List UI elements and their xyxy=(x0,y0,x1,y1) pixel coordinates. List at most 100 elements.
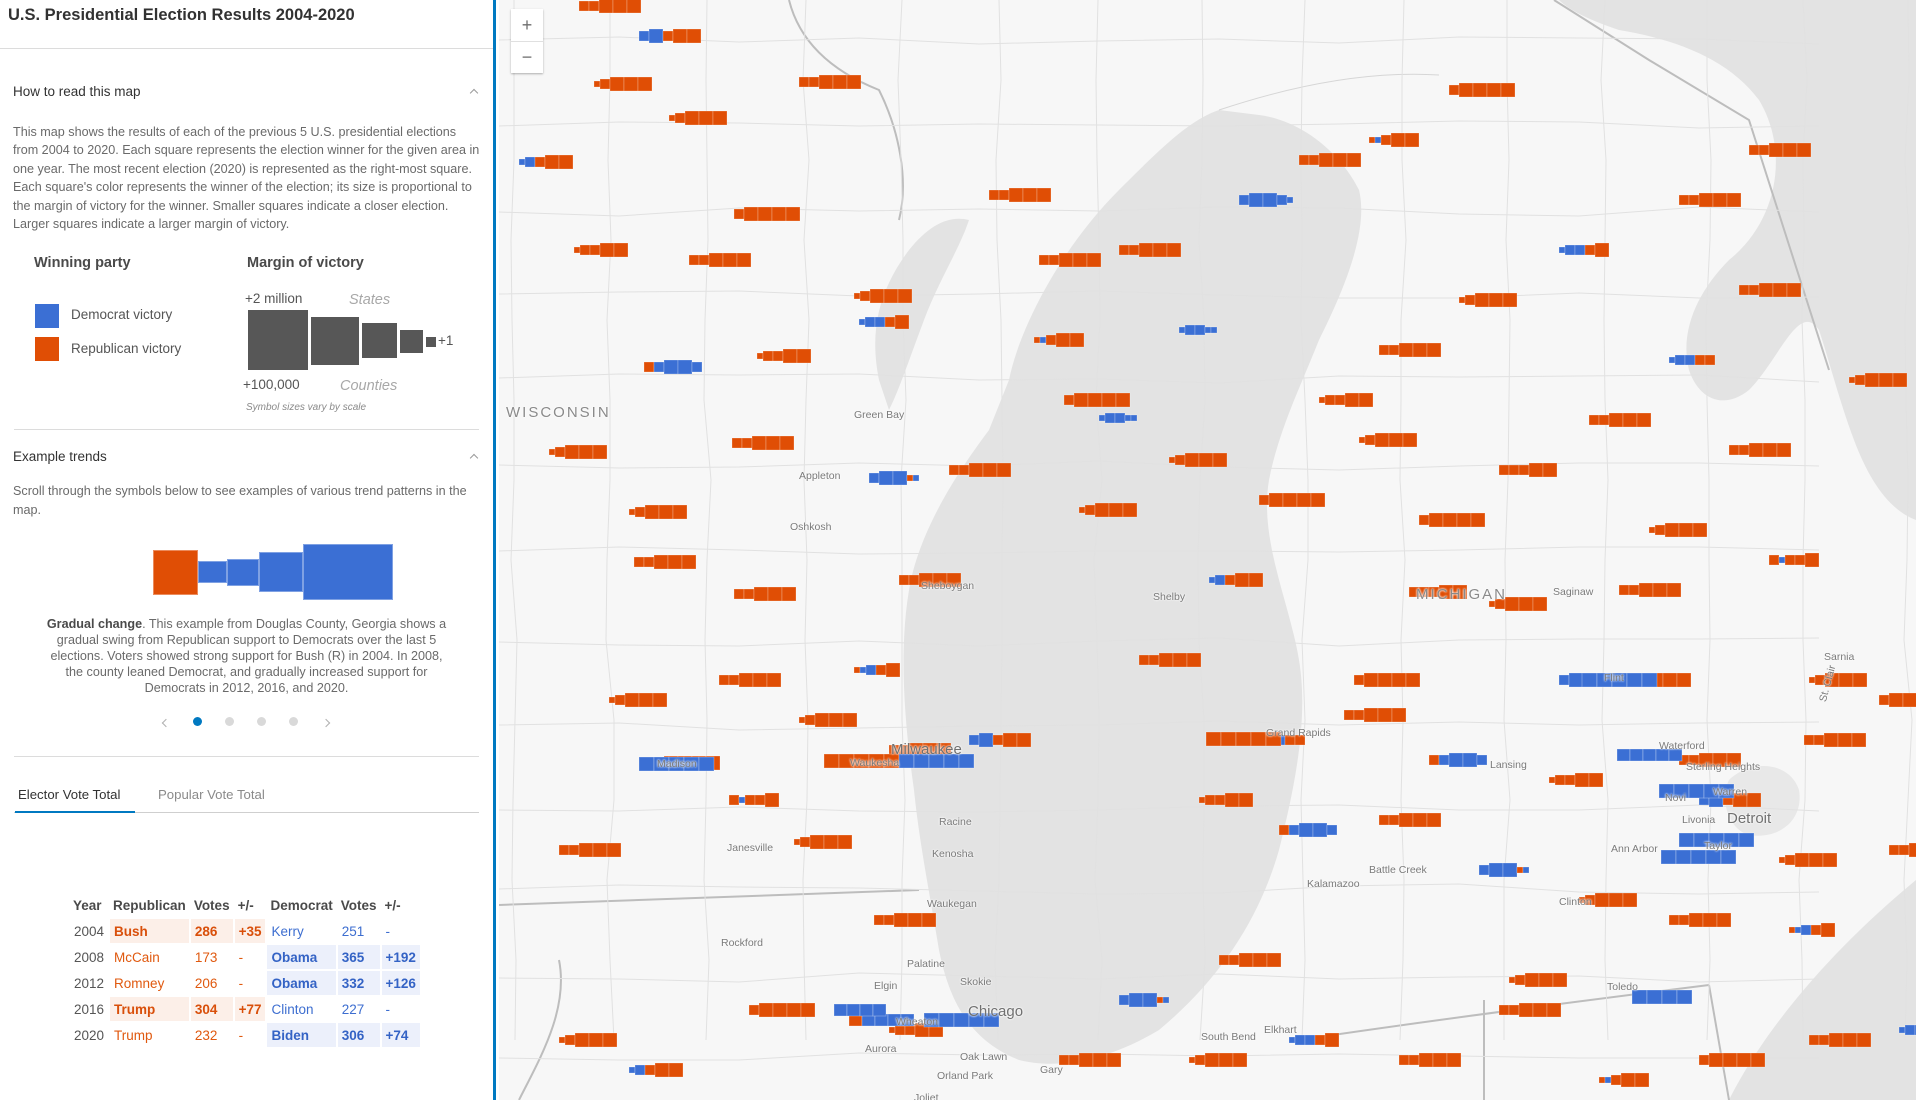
chevron-up-icon[interactable] xyxy=(469,86,479,96)
county-symbol[interactable] xyxy=(1118,242,1182,258)
chevron-left-icon[interactable] xyxy=(160,718,170,728)
county-symbol[interactable] xyxy=(1618,582,1682,598)
county-symbol[interactable] xyxy=(1398,1052,1462,1068)
county-symbol[interactable] xyxy=(643,359,703,375)
county-symbol[interactable] xyxy=(1498,1002,1562,1018)
county-symbol[interactable] xyxy=(1368,132,1420,148)
how-to-read-header[interactable]: How to read this map xyxy=(0,77,493,105)
county-symbol[interactable] xyxy=(1808,1032,1872,1048)
county-symbol[interactable] xyxy=(1598,1072,1650,1088)
county-symbol[interactable] xyxy=(1428,752,1488,768)
county-symbol[interactable] xyxy=(1748,142,1812,158)
county-symbol[interactable] xyxy=(1258,492,1326,508)
county-symbol[interactable] xyxy=(1588,412,1652,428)
county-symbol[interactable] xyxy=(1188,1052,1248,1068)
county-symbol[interactable] xyxy=(853,288,913,304)
county-symbol[interactable] xyxy=(668,110,728,126)
county-symbol[interactable] xyxy=(1218,952,1282,968)
county-symbol[interactable] xyxy=(1078,502,1138,518)
county-symbol[interactable] xyxy=(1353,672,1421,688)
county-symbol[interactable] xyxy=(638,28,702,44)
county-symbol[interactable] xyxy=(573,242,629,258)
county-symbol[interactable] xyxy=(858,314,910,330)
county-symbol[interactable] xyxy=(733,586,797,602)
county-symbol[interactable] xyxy=(1358,432,1418,448)
county-symbol[interactable] xyxy=(1343,707,1407,723)
county-symbol[interactable] xyxy=(558,842,622,858)
map-view[interactable]: WISCONSIN MICHIGAN Green Bay Appleton Oshkos… xyxy=(499,0,1916,1100)
metro-county-symbol[interactable] xyxy=(833,1003,887,1017)
county-symbol[interactable] xyxy=(731,435,795,451)
pager-dot-2[interactable] xyxy=(225,717,234,727)
county-symbol[interactable] xyxy=(1678,192,1742,208)
county-symbol[interactable] xyxy=(793,834,853,850)
county-symbol[interactable] xyxy=(1058,1052,1122,1068)
county-symbol[interactable] xyxy=(988,187,1052,203)
county-symbol[interactable] xyxy=(593,76,653,92)
county-symbol[interactable] xyxy=(756,348,812,364)
county-symbol[interactable] xyxy=(1738,282,1802,298)
county-symbol[interactable] xyxy=(948,462,1012,478)
county-symbol[interactable] xyxy=(728,792,780,808)
county-symbol[interactable] xyxy=(1848,372,1908,388)
county-symbol[interactable] xyxy=(1448,82,1516,98)
county-symbol[interactable] xyxy=(1508,972,1568,988)
chevron-right-icon[interactable] xyxy=(322,718,332,728)
county-symbol[interactable] xyxy=(1478,862,1530,878)
county-symbol[interactable] xyxy=(1803,732,1867,748)
county-symbol[interactable] xyxy=(1778,852,1838,868)
county-symbol[interactable] xyxy=(873,912,937,928)
county-symbol[interactable] xyxy=(1418,512,1486,528)
county-symbol[interactable] xyxy=(1238,192,1294,208)
county-symbol[interactable] xyxy=(628,504,688,520)
county-symbol[interactable] xyxy=(1038,252,1102,268)
county-symbol[interactable] xyxy=(1808,672,1868,688)
county-symbol[interactable] xyxy=(628,1062,684,1078)
county-symbol[interactable] xyxy=(1298,152,1362,168)
pager-dot-3[interactable] xyxy=(257,717,266,727)
county-symbol[interactable] xyxy=(968,732,1032,748)
county-symbol[interactable] xyxy=(548,444,608,460)
county-symbol[interactable] xyxy=(1698,1052,1766,1068)
tab-popular-vote-total[interactable]: Popular Vote Total xyxy=(158,787,265,802)
county-symbol[interactable] xyxy=(853,662,901,678)
county-symbol[interactable] xyxy=(1558,242,1610,258)
county-symbol[interactable] xyxy=(798,712,858,728)
county-symbol[interactable] xyxy=(1318,392,1374,408)
metro-county-symbol[interactable] xyxy=(1660,849,1737,865)
county-symbol[interactable] xyxy=(1768,552,1820,568)
county-symbol[interactable] xyxy=(1498,462,1558,478)
chevron-up-icon[interactable] xyxy=(469,451,479,461)
county-symbol[interactable] xyxy=(1668,912,1732,928)
county-symbol[interactable] xyxy=(633,554,697,570)
county-symbol[interactable] xyxy=(1198,792,1254,808)
county-symbol[interactable] xyxy=(868,470,920,486)
county-symbol[interactable] xyxy=(578,0,642,14)
pager-dot-4[interactable] xyxy=(289,717,298,727)
county-symbol[interactable] xyxy=(1878,692,1916,708)
county-symbol[interactable] xyxy=(1458,292,1518,308)
example-trends-header[interactable]: Example trends xyxy=(0,442,493,470)
zoom-out-button[interactable]: − xyxy=(511,41,543,73)
metro-county-symbol[interactable] xyxy=(1631,989,1693,1005)
county-symbol[interactable] xyxy=(1548,772,1604,788)
county-symbol[interactable] xyxy=(1138,652,1202,668)
county-symbol[interactable] xyxy=(1168,452,1228,468)
county-symbol[interactable] xyxy=(1788,922,1836,938)
county-symbol[interactable] xyxy=(1648,522,1708,538)
zoom-in-button[interactable]: + xyxy=(511,9,543,41)
county-symbol[interactable] xyxy=(688,252,752,268)
county-symbol[interactable] xyxy=(518,154,574,170)
county-symbol[interactable] xyxy=(1668,354,1716,366)
county-symbol[interactable] xyxy=(1728,442,1792,458)
county-symbol[interactable] xyxy=(748,1002,816,1018)
pager-dot-1[interactable] xyxy=(193,717,202,727)
county-symbol[interactable] xyxy=(558,1032,618,1048)
county-symbol[interactable] xyxy=(1063,392,1131,408)
county-symbol[interactable] xyxy=(608,692,668,708)
county-symbol[interactable] xyxy=(1378,812,1442,828)
county-symbol[interactable] xyxy=(1378,342,1442,358)
county-symbol[interactable] xyxy=(798,74,862,90)
county-symbol[interactable] xyxy=(1278,822,1338,838)
county-symbol[interactable] xyxy=(1888,842,1916,858)
